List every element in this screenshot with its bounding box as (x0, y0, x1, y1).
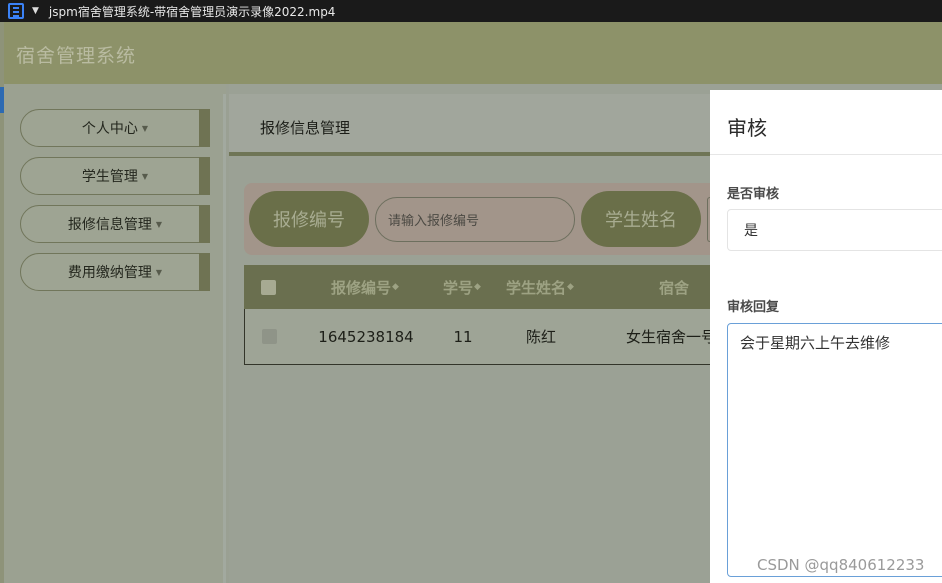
reply-label: 审核回复 (727, 300, 780, 315)
cell-repair-no: 1645238184 (318, 327, 414, 346)
sort-icon: ◆ (567, 282, 574, 292)
reply-textarea[interactable]: 会于星期六上午去维修 (727, 323, 942, 577)
repair-no-label: 报修编号 (249, 191, 369, 247)
caret-down-icon: ▼ (141, 171, 149, 181)
drawer-divider (710, 154, 942, 155)
sidebar-item-tab (199, 253, 210, 291)
sidebar-item-repairs[interactable]: 报修信息管理 ▼ (20, 205, 210, 243)
col-student-name[interactable]: 学生姓名 ◆ (486, 265, 594, 309)
cell-student-name: 陈红 (525, 328, 556, 346)
watermark: CSDN @qq840612233 (757, 556, 925, 574)
table-header: 报修编号 ◆ 学号 ◆ 学生姓名 ◆ 宿舍 (244, 265, 710, 309)
caret-down-icon: ▼ (141, 123, 149, 133)
sidebar-item-tab (199, 109, 210, 147)
page-title: 报修信息管理 (260, 119, 351, 137)
page-header: 报修信息管理 (229, 94, 710, 156)
cell-student-no: 11 (453, 327, 473, 346)
caret-down-icon: ▼ (155, 219, 163, 229)
sidebar-item-label: 个人中心 (81, 121, 138, 137)
row-checkbox[interactable] (261, 329, 277, 344)
sidebar-item-fees[interactable]: 费用缴纳管理 ▼ (20, 253, 210, 291)
sidebar-item-label: 报修信息管理 (67, 217, 152, 233)
sort-icon: ◆ (474, 282, 481, 292)
sidebar-item-profile[interactable]: 个人中心 ▼ (20, 109, 210, 147)
reply-value: 会于星期六上午去维修 (740, 334, 891, 352)
app-header: 宿舍管理系统 (4, 22, 942, 84)
student-name-label: 学生姓名 (581, 191, 701, 247)
table-row[interactable]: 1645238184 11 陈红 女生宿舍一号 (244, 309, 716, 365)
video-title: jspm宿舍管理系统-带宿舍管理员演示录像2022.mp4 (48, 4, 336, 19)
film-strip-icon[interactable] (8, 3, 24, 19)
sidebar-item-label: 学生管理 (81, 169, 138, 185)
sidebar-divider (223, 94, 226, 583)
col-repair-no[interactable]: 报修编号 ◆ (292, 265, 438, 309)
sort-icon: ◆ (392, 282, 399, 292)
approve-select[interactable]: 是 (727, 209, 942, 251)
sidebar-item-label: 费用缴纳管理 (67, 265, 152, 281)
sidebar-item-tab (199, 157, 210, 195)
approve-value: 是 (744, 223, 758, 239)
chevron-down-icon[interactable]: ▼ (32, 6, 39, 16)
repair-table: 报修编号 ◆ 学号 ◆ 学生姓名 ◆ 宿舍 1645238184 11 陈红 女生宿舍… (244, 265, 716, 365)
search-bar: 报修编号 请输入报修编号 学生姓名 (244, 183, 710, 255)
caret-down-icon: ▼ (155, 267, 163, 277)
drawer-title: 审核 (727, 116, 767, 140)
app-brand: 宿舍管理系统 (16, 45, 137, 67)
sidebar-item-students[interactable]: 学生管理 ▼ (20, 157, 210, 195)
audit-drawer: 审核 是否审核 是 审核回复 会于星期六上午去维修 (710, 90, 942, 583)
select-all-checkbox[interactable] (260, 279, 276, 295)
sidebar-item-tab (199, 205, 210, 243)
approve-label: 是否审核 (727, 187, 780, 202)
col-student-no[interactable]: 学号 ◆ (438, 265, 486, 309)
player-title-bar: ▼ jspm宿舍管理系统-带宿舍管理员演示录像2022.mp4 (0, 0, 942, 22)
repair-no-input[interactable]: 请输入报修编号 (375, 197, 575, 242)
